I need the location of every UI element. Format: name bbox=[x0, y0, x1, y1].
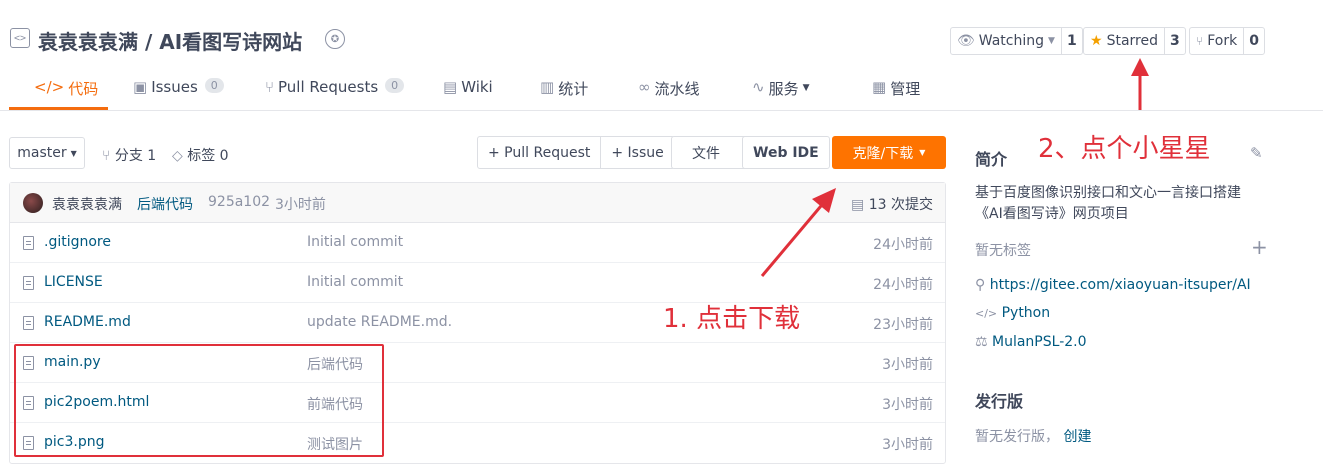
arrow-to-star bbox=[1131, 58, 1149, 110]
arrow-to-clone bbox=[760, 188, 836, 277]
annotation-arrows bbox=[760, 58, 1149, 277]
